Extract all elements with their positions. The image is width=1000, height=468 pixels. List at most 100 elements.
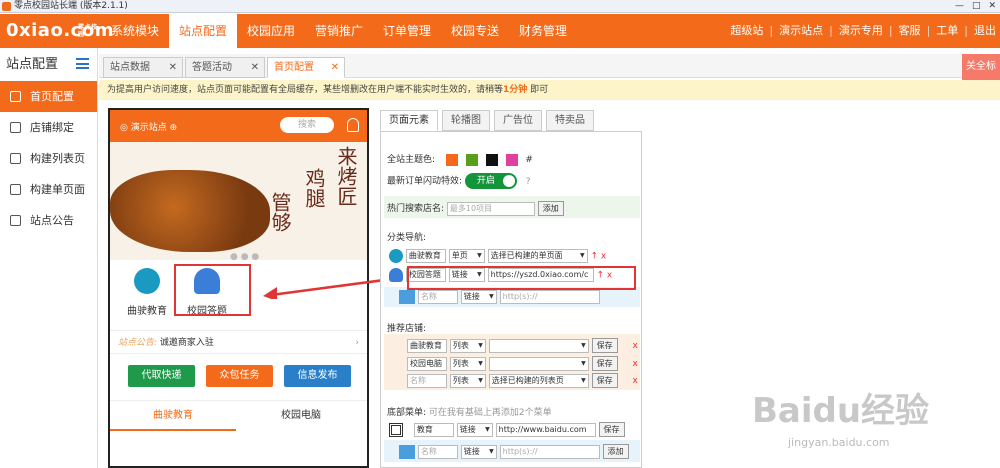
flash-toggle[interactable]: 开启	[464, 173, 517, 189]
info-publish-button[interactable]: 信息发布	[284, 365, 351, 387]
sidebar-item-build-page[interactable]: 构建单页面	[0, 174, 97, 205]
rec-target-select[interactable]	[488, 338, 589, 353]
category-item[interactable]: 曲驶教育	[116, 268, 178, 317]
nav-new-type-select[interactable]: 链接	[460, 290, 497, 304]
rec-save-button[interactable]: 保存	[591, 338, 618, 353]
close-tab-icon[interactable]: ✕	[169, 58, 177, 77]
rec-name-input[interactable]: 校园电脑	[407, 356, 447, 371]
nav-site-config[interactable]: 站点配置	[169, 14, 237, 48]
sidebar-item-announcement[interactable]: 站点公告	[0, 205, 97, 236]
nav-campus-delivery[interactable]: 校园专送	[441, 14, 509, 48]
tab-special-items[interactable]: 特卖品	[546, 110, 594, 131]
delete-icon[interactable]: x	[633, 341, 638, 351]
tab-page-elements[interactable]: 页面元素	[380, 110, 438, 131]
rec-name-input[interactable]: 名称	[407, 373, 447, 388]
sidebar-item-shop-binding[interactable]: 店铺绑定	[0, 112, 97, 143]
cache-notice: 为提高用户访问速度，站点页面可能配置有全局缓存，某些增删改在用户端不能实时生效的…	[99, 80, 1000, 100]
phone-tab[interactable]: 曲驶教育	[110, 401, 236, 431]
rec-label: 推荐店铺:	[387, 324, 427, 334]
flash-row: 最新订单闪动特效: 开启 ?	[387, 173, 531, 189]
hot-search-input[interactable]: 最多10项目	[446, 201, 535, 216]
phone-tab[interactable]: 校园电脑	[238, 401, 364, 431]
rec-save-button[interactable]: 保存	[591, 356, 618, 371]
theme-color-black[interactable]	[485, 153, 498, 166]
bell-icon[interactable]	[347, 118, 359, 132]
close-tab-icon[interactable]: ✕	[251, 58, 259, 77]
window-titlebar: 零点校园站长端 (版本2.1.1) — □ ✕	[0, 0, 1000, 13]
banner-image[interactable]: 来烤匠 鸡腿 管够	[110, 142, 367, 260]
shield-icon[interactable]	[389, 249, 403, 263]
nav-new-url-input[interactable]: http(s)://	[499, 290, 600, 304]
tab-quiz-activity[interactable]: 答题活动 ✕	[185, 57, 265, 78]
theme-color-orange[interactable]	[445, 153, 458, 166]
sidebar: 站点配置 首页配置 店铺绑定 构建列表页 构建单页面 站点公告	[0, 48, 98, 468]
delete-icon[interactable]: x	[633, 359, 638, 369]
move-up-icon[interactable]: ↑	[591, 252, 599, 262]
nav-finance[interactable]: 财务管理	[509, 14, 577, 48]
user-icon[interactable]	[389, 268, 403, 282]
rec-type-select[interactable]: 列表	[449, 338, 486, 353]
tab-ad-space[interactable]: 广告位	[494, 110, 542, 131]
rec-row: 名称 列表 选择已构建的列表页 保存 x	[407, 373, 638, 388]
nav-name-input[interactable]: 曲驶教育	[405, 249, 446, 263]
link-super-station[interactable]: 超级站	[730, 14, 763, 48]
theme-color-green[interactable]	[465, 153, 478, 166]
nav-new-name-input[interactable]: 名称	[417, 290, 458, 304]
delete-icon[interactable]: x	[633, 376, 638, 386]
announcement-bar[interactable]: 站点公告: 诚邀商家入驻 ›	[110, 330, 367, 354]
phone-search[interactable]: 搜索	[280, 117, 334, 133]
rec-target-select[interactable]: 选择已构建的列表页	[488, 373, 589, 388]
bottom-save-button[interactable]: 保存	[598, 422, 625, 437]
close-tab-icon[interactable]: ✕	[331, 58, 339, 77]
link-logout[interactable]: 退出	[974, 14, 996, 48]
announcement-icon	[10, 215, 21, 226]
nav-marketing[interactable]: 营销推广	[305, 14, 373, 48]
bottom-new-type-select[interactable]: 链接	[460, 444, 497, 459]
rec-type-select[interactable]: 列表	[449, 356, 486, 371]
rec-type-select[interactable]: 列表	[449, 373, 486, 388]
collapse-menu-icon[interactable]	[76, 58, 89, 69]
bottom-new-url-input[interactable]: http(s)://	[499, 444, 600, 459]
theme-color-pink[interactable]	[505, 153, 518, 166]
help-icon[interactable]: ?	[526, 177, 531, 187]
nav-campus-apps[interactable]: 校园应用	[237, 14, 305, 48]
grid-icon[interactable]	[389, 422, 403, 437]
sidebar-item-build-list[interactable]: 构建列表页	[0, 143, 97, 174]
rec-target-select[interactable]	[488, 356, 589, 371]
tab-home-config[interactable]: 首页配置 ✕	[267, 57, 345, 78]
bottom-new-name-input[interactable]: 名称	[417, 444, 458, 459]
bottom-name-input[interactable]: 教育	[413, 422, 454, 437]
tab-carousel[interactable]: 轮播图	[442, 110, 490, 131]
upload-icon[interactable]	[399, 290, 415, 304]
shop-icon	[10, 122, 21, 133]
bottom-new-row: 名称 链接 http(s):// 添加	[399, 444, 629, 459]
sidebar-item-home-config[interactable]: 首页配置	[0, 81, 97, 112]
banner-text: 鸡腿	[302, 168, 326, 208]
link-support[interactable]: 客服	[899, 14, 921, 48]
upload-icon[interactable]	[399, 444, 415, 459]
nav-system-modules[interactable]: 系统模块	[101, 14, 169, 48]
chicken-image	[110, 170, 270, 252]
tab-site-data[interactable]: 站点数据 ✕	[103, 57, 183, 78]
bottom-url-input[interactable]: http://www.baidu.com	[495, 422, 596, 437]
bottom-add-button[interactable]: 添加	[602, 444, 629, 459]
link-demo-site[interactable]: 演示站点	[779, 14, 823, 48]
bottom-type-select[interactable]: 链接	[456, 422, 493, 437]
nav-type-select[interactable]: 单页	[448, 249, 485, 263]
location-label[interactable]: ◎ 演示站点 ⊕	[120, 120, 177, 133]
link-tickets[interactable]: 工单	[936, 14, 958, 48]
rec-name-input[interactable]: 曲驶教育	[407, 338, 447, 353]
pickup-express-button[interactable]: 代取快递	[128, 365, 195, 387]
delete-icon[interactable]: x	[601, 252, 606, 262]
nav-target-select[interactable]: 选择已构建的单页面	[487, 249, 588, 263]
close-window-button[interactable]: ✕	[988, 0, 996, 13]
link-demo-only[interactable]: 演示专用	[839, 14, 883, 48]
hot-search-add-button[interactable]: 添加	[537, 201, 564, 216]
minimize-button[interactable]: —	[955, 0, 964, 13]
rec-save-button[interactable]: 保存	[591, 373, 618, 388]
banner-text: 管够	[268, 192, 292, 232]
nav-orders[interactable]: 订单管理	[373, 14, 441, 48]
maximize-button[interactable]: □	[972, 0, 981, 13]
close-all-tabs-button[interactable]: 关全标	[962, 54, 1000, 80]
crowd-task-button[interactable]: 众包任务	[206, 365, 273, 387]
